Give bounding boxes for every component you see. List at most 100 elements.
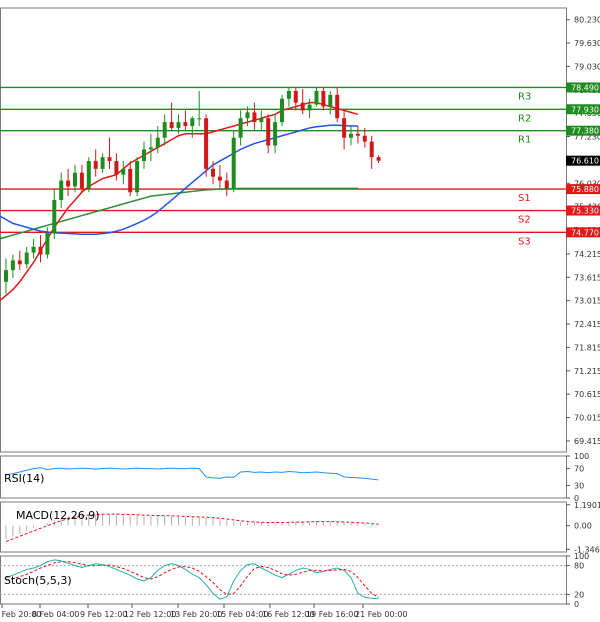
candle-body	[231, 137, 236, 189]
price-axis-label: 80.230	[574, 16, 600, 25]
candle-body	[369, 141, 374, 158]
candle-body	[252, 112, 257, 123]
rsi-label: RSI(14)	[4, 472, 44, 485]
candle-body	[142, 149, 146, 162]
candle-body	[66, 180, 71, 187]
time-axis: 7 Feb 20:008 Feb 04:009 Feb 12:0012 Feb …	[0, 604, 407, 619]
trading-chart: 80.23079.63079.03078.43077.83077.23076.6…	[0, 7, 600, 619]
candle-body	[300, 102, 305, 111]
price-axis-label: 69.415	[574, 437, 600, 446]
price-axis-label: 79.630	[574, 39, 600, 48]
candle-body	[273, 122, 278, 146]
time-axis-label: 12 Feb 12:00	[124, 610, 176, 619]
macd-panel: 1.19010.00-1.346MACD(12,26,9)	[0, 501, 600, 554]
candle-body	[52, 200, 57, 234]
stoch-tick-label: 100	[574, 552, 589, 561]
price-axis-label: 73.015	[574, 297, 600, 306]
level-price-label: 75.330	[571, 207, 599, 216]
candle-body	[224, 180, 229, 189]
level-price-label: 77.930	[571, 105, 599, 114]
candle-body	[169, 122, 174, 128]
candle-body	[190, 118, 195, 127]
candle-body	[128, 168, 133, 193]
stoch-frame	[0, 555, 567, 605]
candle-body	[314, 90, 319, 105]
level-label-r2: R2	[518, 113, 531, 124]
macd-tick-label: 0.00	[574, 522, 592, 531]
candle-body	[197, 118, 202, 120]
candle-body	[4, 270, 8, 282]
price-axis-label: 73.615	[574, 273, 600, 282]
candle-body	[321, 90, 326, 107]
candle-body	[204, 118, 209, 169]
price-axis-label: 74.215	[574, 250, 600, 259]
candle-body	[31, 246, 36, 253]
rsi-panel: 10070300RSI(14)	[0, 452, 589, 503]
candle-body	[38, 246, 43, 255]
candle-body	[376, 157, 381, 161]
candle-body	[176, 122, 181, 128]
time-axis-label: 9 Feb 12:00	[80, 610, 127, 619]
candle-body	[286, 90, 291, 99]
time-axis-label: 19 Feb 16:00	[306, 610, 358, 619]
rsi-tick-label: 30	[574, 481, 584, 490]
candle-body	[293, 90, 298, 103]
candle-body	[86, 161, 91, 189]
candle-body	[155, 137, 160, 148]
stoch-label: Stoch(5,5,3)	[4, 574, 72, 587]
macd-tick-label: 1.1901	[574, 501, 600, 510]
time-axis-label: 21 Feb 00:00	[355, 610, 407, 619]
candle-body	[107, 157, 112, 162]
candle-body	[238, 118, 243, 138]
candle-body	[148, 147, 153, 150]
candle-body	[307, 104, 312, 111]
stoch-tick-label: 80	[574, 562, 584, 571]
candle-body	[280, 98, 284, 123]
candle-body	[362, 135, 367, 142]
candle-body	[59, 180, 64, 201]
time-axis-label: 15 Feb 04:00	[216, 610, 268, 619]
candle-body	[93, 161, 98, 169]
price-axis-label: 72.415	[574, 320, 600, 329]
candle-body	[79, 172, 84, 189]
level-label-s1: S1	[518, 193, 531, 204]
rsi-tick-label: 100	[574, 452, 589, 461]
candle-body	[349, 133, 353, 138]
stoch-tick-label: 20	[574, 590, 584, 599]
stoch-panel: 10080 200 Stoch(5,5,3)	[0, 552, 589, 609]
level-label-s2: S2	[518, 215, 531, 226]
level-price-label: 75.880	[571, 185, 599, 194]
main-price-panel: 80.23079.63079.03078.43077.83077.23076.6…	[0, 7, 600, 453]
candle-body	[211, 168, 215, 177]
candle-body	[24, 252, 29, 265]
candle-body	[342, 118, 347, 138]
candle-body	[328, 94, 333, 107]
price-axis-label: 79.030	[574, 62, 600, 71]
price-axis-label: 70.615	[574, 390, 600, 399]
level-label-s3: S3	[518, 236, 531, 247]
time-axis-label: 13 Feb 20:00	[170, 610, 222, 619]
level-label-r1: R1	[518, 135, 531, 146]
candle-body	[135, 161, 140, 193]
candle-body	[114, 161, 119, 175]
rsi-frame	[0, 455, 567, 499]
price-axis-label: 71.215	[574, 367, 600, 376]
main-plot-frame	[0, 7, 567, 453]
level-price-label: 78.490	[571, 83, 599, 92]
level-price-label: 74.770	[571, 228, 599, 237]
candle-body	[121, 168, 126, 175]
current-price-label: 76.610	[571, 157, 599, 166]
price-axis-label: 71.815	[574, 343, 600, 352]
level-price-label: 77.380	[571, 127, 599, 136]
price-axis-label: 70.015	[574, 414, 600, 423]
candle-body	[245, 112, 250, 119]
candle-body	[259, 118, 264, 123]
candle-body	[45, 233, 50, 255]
macd-label: MACD(12,26,9)	[16, 509, 100, 522]
candle-body	[73, 172, 77, 187]
stoch-tick-label: 0	[574, 600, 579, 609]
candle-body	[100, 157, 105, 169]
level-label-r3: R3	[518, 91, 531, 102]
candle-body	[355, 133, 360, 136]
candle-body	[162, 122, 167, 138]
